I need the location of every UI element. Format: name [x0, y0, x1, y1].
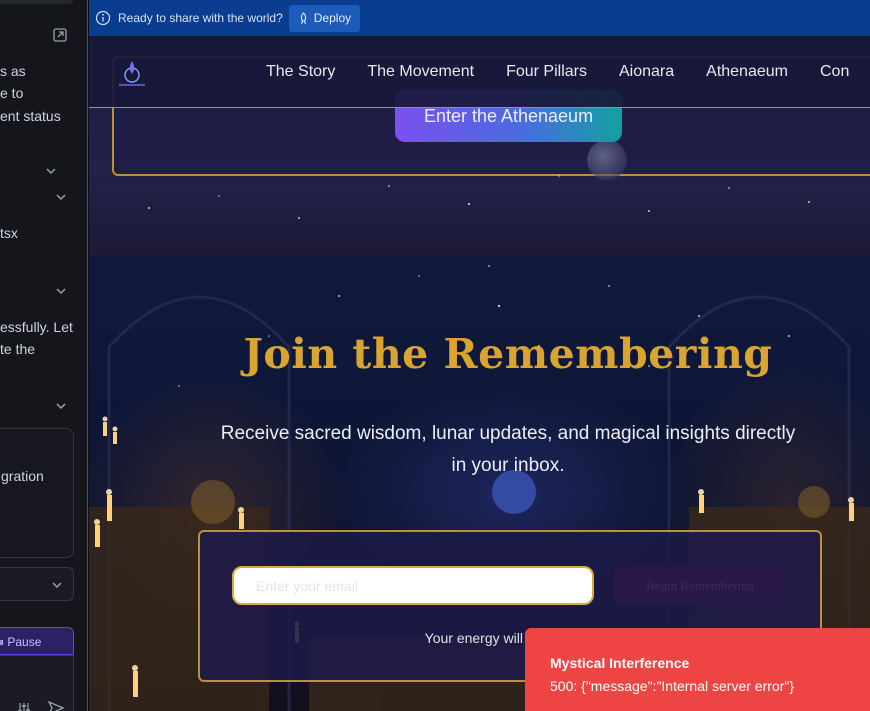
toast-message: 500: {"message":"Internal server error"} [550, 678, 794, 694]
pause-label: Pause [7, 635, 42, 649]
chevron-down-icon[interactable] [45, 165, 57, 177]
panel-card-text: gration [1, 468, 44, 484]
chevron-down-icon[interactable] [55, 285, 67, 297]
panel-text-line: ent status [0, 108, 61, 124]
nav-link-the-story[interactable]: The Story [266, 63, 335, 81]
panel-text-line: e to [0, 85, 24, 101]
info-icon [95, 10, 111, 26]
deploy-bar: Ready to share with the world? Deploy [89, 0, 870, 36]
nav-link-the-movement[interactable]: The Movement [367, 63, 474, 81]
panel-select[interactable] [0, 567, 74, 601]
deploy-prompt-text: Ready to share with the world? [118, 11, 283, 25]
panel-card: gration [0, 428, 74, 558]
error-toast[interactable]: Mystical Interference 500: {"message":"I… [525, 628, 870, 711]
nav-link-athenaeum[interactable]: Athenaeum [706, 63, 788, 81]
ide-side-panel: s as e to ent status tsx essfully. Let t… [0, 0, 88, 711]
site-logo-icon[interactable] [115, 55, 149, 89]
panel-file-name: tsx [0, 225, 18, 241]
deploy-button[interactable]: Deploy [288, 4, 361, 32]
sliders-icon[interactable] [17, 702, 31, 711]
chevron-down-icon[interactable] [55, 191, 67, 203]
nav-link-con[interactable]: Con [820, 63, 849, 81]
send-icon[interactable] [47, 700, 65, 711]
nav-link-four-pillars[interactable]: Four Pillars [506, 63, 587, 81]
site-preview: Enter the Athenaeum The Story The Moveme… [89, 36, 870, 711]
panel-bottom-input[interactable] [0, 655, 74, 711]
panel-top-box [0, 0, 74, 4]
join-title: Join the Remembering [243, 330, 773, 378]
email-input[interactable] [232, 566, 594, 605]
deploy-label: Deploy [313, 11, 352, 25]
panel-text-line: essfully. Let [0, 319, 73, 335]
open-external-icon[interactable] [52, 27, 68, 43]
chevron-down-icon [52, 582, 62, 589]
rocket-icon [300, 11, 306, 24]
pause-icon: ⏸ [0, 635, 4, 649]
pause-button[interactable]: ⏸ Pause [0, 627, 74, 655]
site-header: The Story The Movement Four Pillars Aion… [89, 36, 870, 108]
panel-text-line: s as [0, 63, 26, 79]
main-nav: The Story The Movement Four Pillars Aion… [266, 36, 870, 108]
toast-title: Mystical Interference [550, 655, 690, 671]
nav-link-aionara[interactable]: Aionara [619, 63, 674, 81]
chevron-down-icon[interactable] [55, 400, 67, 412]
join-subtitle: Receive sacred wisdom, lunar updates, an… [220, 423, 796, 476]
begin-remembering-button[interactable]: Begin Remembering [614, 566, 786, 605]
panel-text-line: te the [0, 341, 36, 357]
